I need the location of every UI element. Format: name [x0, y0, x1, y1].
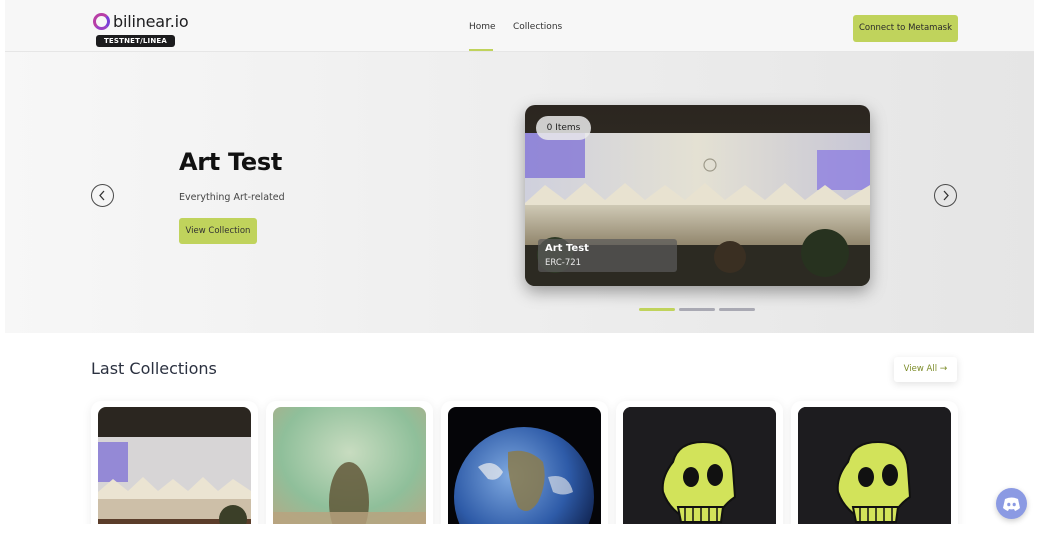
- collection-card-image: [273, 407, 426, 537]
- last-collections-title: Last Collections: [91, 359, 217, 378]
- network-badge: TESTNET/LINEA: [96, 35, 175, 47]
- hero-carousel: Art Test Everything Art-related View Col…: [5, 52, 1034, 333]
- featured-card-standard: ERC-721: [545, 258, 582, 268]
- chevron-right-icon: [943, 190, 949, 201]
- nav-item-home[interactable]: Home: [469, 22, 496, 32]
- featured-collection-card[interactable]: 0 Items Art Test ERC-721: [525, 105, 870, 286]
- collection-card-image: [448, 407, 601, 537]
- discord-chat-button[interactable]: [996, 488, 1027, 519]
- carousel-prev-button[interactable]: [91, 184, 114, 207]
- arrow-right-icon: →: [939, 364, 948, 374]
- nav-item-collections[interactable]: Collections: [513, 22, 562, 32]
- brand-name: bilinear.io: [113, 12, 189, 31]
- discord-icon: [1003, 497, 1020, 511]
- collection-card-image: [623, 407, 776, 537]
- carousel-indicators: [639, 308, 759, 312]
- collection-card-image: [98, 407, 251, 537]
- collection-card-image: [798, 407, 951, 537]
- carousel-dot-3[interactable]: [719, 308, 755, 311]
- chevron-left-icon: [99, 190, 105, 201]
- view-all-label: View All: [903, 364, 938, 374]
- view-collection-button[interactable]: View Collection: [179, 218, 257, 244]
- featured-card-caption: Art Test ERC-721: [538, 239, 677, 272]
- items-count-pill: 0 Items: [536, 116, 591, 140]
- nav-active-indicator: [469, 49, 493, 51]
- page-fold: [0, 524, 1046, 552]
- hero-title: Art Test: [179, 148, 283, 176]
- collection-card[interactable]: [266, 401, 433, 541]
- collection-card[interactable]: [791, 401, 958, 541]
- collection-card[interactable]: [441, 401, 608, 541]
- carousel-next-button[interactable]: [934, 184, 957, 207]
- carousel-dot-2[interactable]: [679, 308, 715, 311]
- featured-card-title: Art Test: [545, 243, 589, 254]
- collection-card[interactable]: [91, 401, 258, 541]
- connect-metamask-button[interactable]: Connect to Metamask: [853, 15, 958, 42]
- header: bilinear.io TESTNET/LINEA Home Collectio…: [5, 0, 1034, 52]
- hero-subtitle: Everything Art-related: [179, 192, 285, 203]
- carousel-dot-1[interactable]: [639, 308, 675, 311]
- logo-ring-icon: [93, 13, 110, 30]
- logo[interactable]: bilinear.io TESTNET/LINEA: [93, 12, 189, 48]
- collection-card[interactable]: [616, 401, 783, 541]
- view-all-button[interactable]: View All →: [894, 357, 957, 382]
